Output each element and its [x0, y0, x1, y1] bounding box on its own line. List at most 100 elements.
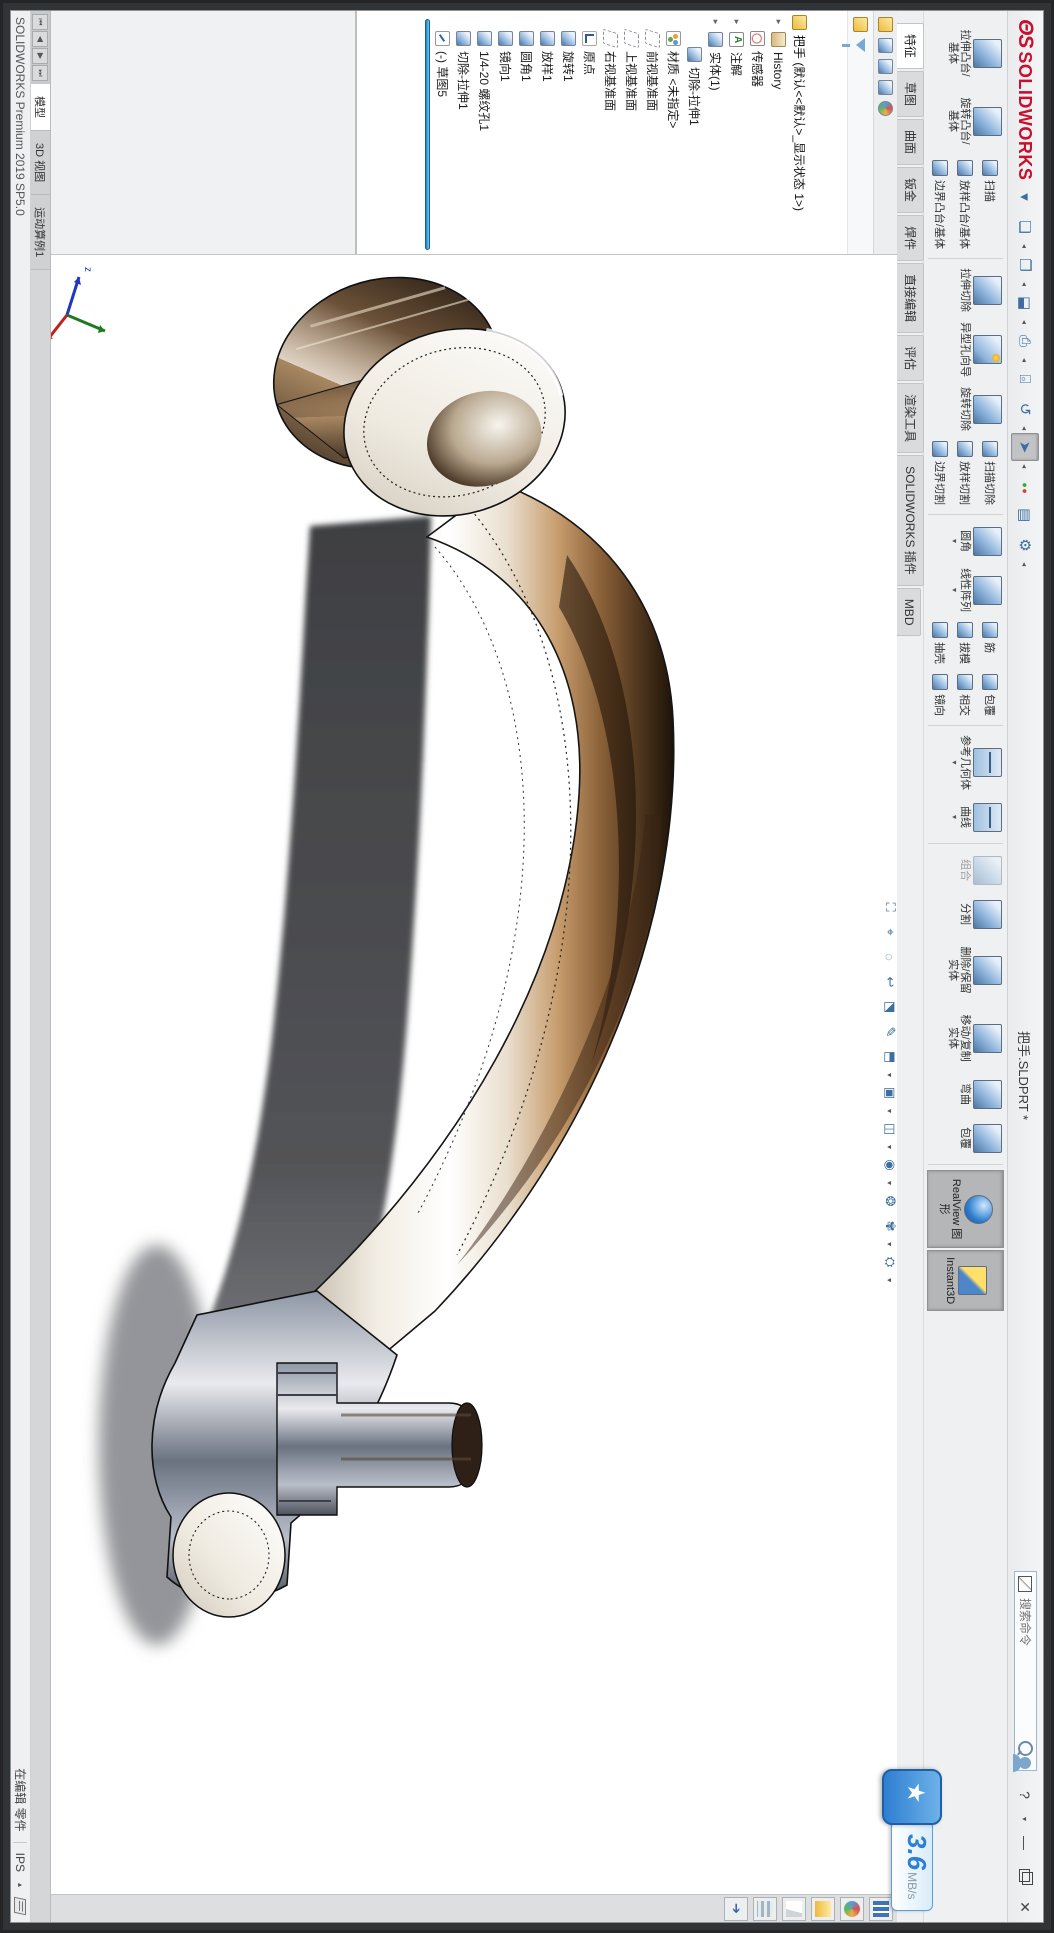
tree-item[interactable]: 圆角1	[516, 11, 537, 254]
delete-keep-body-button[interactable]: 删除/保留实体	[926, 936, 1005, 1004]
options-caret-icon[interactable]: ◂	[1021, 562, 1030, 566]
tree-item[interactable]: 切除-拉伸1	[684, 11, 705, 254]
minimize-button[interactable]: —	[1014, 1832, 1036, 1854]
help-button[interactable]: ?	[1014, 1784, 1036, 1806]
select-caret-icon[interactable]: ◂	[1021, 464, 1030, 468]
view-tab-模型[interactable]: 模型	[31, 84, 50, 131]
rollback-bar[interactable]	[425, 19, 430, 250]
expand-arrow-icon[interactable]: ▸	[773, 17, 784, 27]
configurationmanager-tab-icon[interactable]	[878, 59, 893, 74]
search-scope-icon[interactable]	[1018, 1576, 1033, 1592]
graphics-viewport[interactable]: ⛶ ⌖ ◌ ↩ ⬔ ✎ ⬒ ▾ ▣ ▾ ◫ ▾ ◉ ▾ ❂ ✾ ▾ ⛭ ▾ z	[51, 255, 897, 1894]
split-button[interactable]: 分割	[926, 892, 1005, 936]
ribbon-tab-直接编辑[interactable]: 直接编辑	[897, 263, 924, 334]
command-search[interactable]: ▾	[1014, 1571, 1037, 1771]
boundary-boss-base-button[interactable]: 边界凸台/基体	[932, 160, 949, 249]
save-button[interactable]: ⬓	[1011, 289, 1039, 317]
custom-properties-tab[interactable]: ➔	[724, 1896, 748, 1921]
open-caret-icon[interactable]: ◂	[1021, 282, 1030, 286]
print-preview-button[interactable]: ⌻	[1011, 365, 1039, 393]
rib-button[interactable]: 筋	[982, 622, 999, 664]
undo-caret-icon[interactable]: ◂	[1021, 426, 1030, 430]
rebuild-button[interactable]: ●	[1011, 471, 1039, 499]
tree-item[interactable]: ▸ 注解	[726, 11, 747, 254]
tab-last-icon[interactable]: ⏭	[32, 65, 49, 81]
mirror-button[interactable]: 镜向	[932, 674, 949, 716]
tree-item[interactable]: 上视基准面	[621, 11, 642, 254]
ribbon-tab-草图[interactable]: 草图	[897, 71, 924, 118]
file-explorer-tab[interactable]	[811, 1896, 835, 1921]
net-speed-widget[interactable]: 3.6 MB/s	[881, 1769, 943, 1919]
intersect-button[interactable]: 相交	[957, 674, 974, 716]
tree-item[interactable]: ▸ History	[768, 11, 789, 254]
tree-item[interactable]: (-) 草图5	[432, 11, 453, 254]
swept-boss-base-button[interactable]: 扫描	[982, 160, 999, 249]
ribbon-tab-焊件[interactable]: 焊件	[897, 215, 924, 262]
revolved-cut-button[interactable]: 旋转切除	[926, 382, 1005, 436]
tree-root-row[interactable]: 把手 (默认<<默认>_显示状态 1>)	[789, 11, 811, 254]
lofted-cut-button[interactable]: 放样切割	[957, 441, 974, 505]
tree-item[interactable]: 前视基准面	[642, 11, 663, 254]
draft-button[interactable]: 拔模	[957, 622, 974, 664]
tree-item[interactable]: 材质 <未指定>	[663, 11, 684, 254]
units-caret-icon[interactable]: ▴	[16, 1883, 25, 1887]
dimxpertmanager-tab-icon[interactable]	[878, 80, 893, 95]
tree-item[interactable]: 切除-拉伸1	[453, 11, 474, 254]
propertymanager-tab-icon[interactable]	[878, 38, 893, 53]
linear-pattern-button[interactable]: 线性阵列 ▾	[926, 563, 1005, 617]
expand-arrow-icon[interactable]: ▸	[731, 17, 742, 27]
shell-button[interactable]: 抽壳	[932, 622, 949, 664]
curves-button[interactable]: 曲线 ▾	[926, 795, 1005, 839]
ribbon-tab-评估[interactable]: 评估	[897, 335, 924, 382]
wrap-button[interactable]: 包覆	[982, 674, 999, 716]
lofted-boss-base-button[interactable]: 放样凸台/基体	[957, 160, 974, 249]
select-button[interactable]: ➤	[1011, 433, 1039, 462]
realview-graphics-button[interactable]: RealView 图形	[927, 1170, 1004, 1249]
reference-geometry-button[interactable]: 参考几何体 ▾	[926, 730, 1005, 795]
expand-arrow-icon[interactable]: ▸	[710, 17, 721, 27]
file-properties-button[interactable]: ▤	[1011, 501, 1039, 529]
tree-item[interactable]: 原点	[579, 11, 600, 254]
undo-button[interactable]: ↺	[1011, 395, 1039, 423]
ribbon-tab-特征[interactable]: 特征	[897, 23, 924, 70]
tree-item[interactable]: 传感器	[747, 11, 768, 254]
wrap-2-button[interactable]: 包覆	[926, 1116, 1005, 1160]
hole-wizard-button[interactable]: 异型孔向导	[926, 317, 1005, 382]
restore-button[interactable]	[1014, 1864, 1036, 1886]
new-caret-icon[interactable]: ◂	[1021, 244, 1030, 248]
close-button[interactable]: ✕	[1014, 1896, 1036, 1918]
tag-icon[interactable]	[14, 1896, 27, 1916]
tree-item[interactable]: 镜向1	[495, 11, 516, 254]
menu-expand-button[interactable]: ▾	[1011, 183, 1039, 211]
tab-next-icon[interactable]: ▶	[32, 48, 49, 64]
fillet-button[interactable]: 圆角 ▾	[926, 519, 1005, 563]
options-button[interactable]: ⚙	[1011, 531, 1039, 559]
ribbon-tab-渲染工具[interactable]: 渲染工具	[897, 383, 924, 454]
tree-item[interactable]: 旋转1	[558, 11, 579, 254]
tab-prev-icon[interactable]: ◀	[32, 31, 49, 47]
flex-button[interactable]: 弯曲	[926, 1072, 1005, 1116]
view-tab-运动算例1[interactable]: 运动算例1	[31, 195, 50, 271]
revolved-boss-base-button[interactable]: 旋转凸台/基体	[926, 87, 1005, 155]
new-button[interactable]: ❏	[1011, 213, 1039, 241]
filter-funnel-icon[interactable]	[856, 38, 865, 52]
extruded-cut-button[interactable]: 拉伸切除	[926, 263, 1005, 317]
curves-caret-icon[interactable]: ▾	[950, 815, 959, 819]
instant3d-button[interactable]: Instant3D	[927, 1250, 1004, 1312]
panel-lower-pane[interactable]	[51, 11, 357, 254]
tree-item[interactable]: 放样1	[537, 11, 558, 254]
appearances-scenes-tab[interactable]	[753, 1896, 777, 1921]
print-button[interactable]: ⎙	[1011, 327, 1039, 355]
boundary-cut-button[interactable]: 边界切割	[932, 441, 949, 505]
linear-pattern-caret-icon[interactable]: ▾	[950, 588, 959, 592]
ribbon-tab-钣金[interactable]: 钣金	[897, 167, 924, 214]
tree-filter-row[interactable]	[847, 11, 873, 254]
move-copy-body-button[interactable]: 移动/复制实体	[926, 1004, 1005, 1072]
help-caret-icon[interactable]: ▾	[1021, 1817, 1030, 1821]
view-tab-3D 视图[interactable]: 3D 视图	[31, 131, 50, 196]
tree-item[interactable]: 1/4-20 螺纹孔1	[474, 11, 495, 254]
ribbon-tab-SOLIDWORKS 插件[interactable]: SOLIDWORKS 插件	[897, 455, 924, 586]
design-library-tab[interactable]	[840, 1896, 864, 1921]
print-caret-icon[interactable]: ◂	[1021, 358, 1030, 362]
ribbon-tab-MBD[interactable]: MBD	[897, 587, 921, 637]
